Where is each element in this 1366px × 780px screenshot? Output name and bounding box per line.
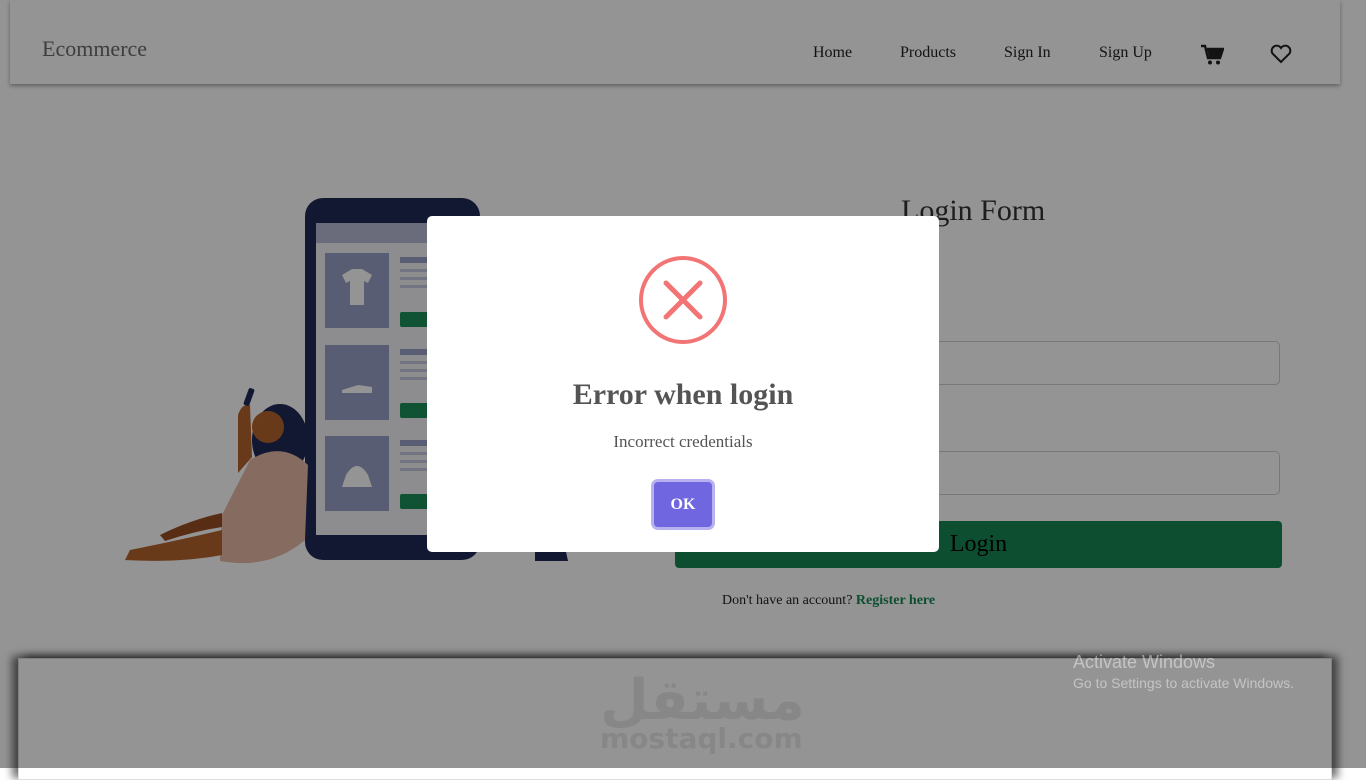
- dialog-message: Incorrect credentials: [613, 432, 753, 451]
- activation-title: Activate Windows: [1073, 652, 1216, 672]
- dialog-title: Error when login: [572, 378, 794, 411]
- windows-activation-notice: Activate Windows Go to Settings to activ…: [1073, 652, 1294, 691]
- error-dialog: Error when login Incorrect credentials O…: [427, 216, 939, 552]
- error-x-icon: [638, 255, 728, 345]
- ok-button[interactable]: OK: [654, 482, 712, 527]
- activation-subtitle: Go to Settings to activate Windows.: [1073, 675, 1294, 691]
